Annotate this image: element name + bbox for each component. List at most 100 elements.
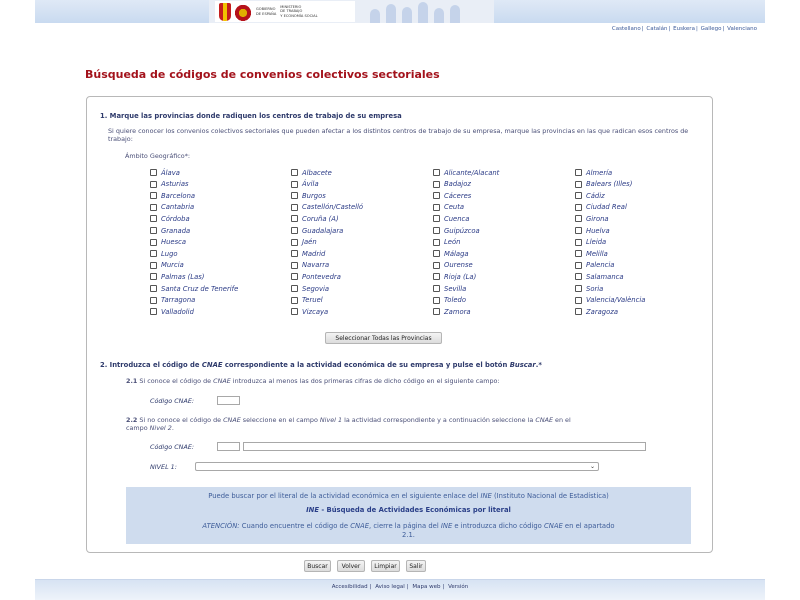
province-checkbox[interactable]: [575, 192, 582, 200]
province-label[interactable]: Balears (Illes): [586, 180, 632, 188]
province-label[interactable]: Lleida: [586, 238, 606, 246]
province-checkbox-item[interactable]: Melilla: [575, 249, 608, 258]
province-label[interactable]: Granada: [161, 227, 190, 235]
province-checkbox[interactable]: [150, 169, 157, 176]
lang-gallego[interactable]: Gallego: [701, 26, 722, 32]
province-checkbox[interactable]: [575, 250, 582, 258]
province-checkbox[interactable]: [433, 285, 440, 292]
lang-catalan[interactable]: Catalán: [646, 26, 667, 32]
province-checkbox-item[interactable]: Cantabria: [150, 203, 194, 212]
province-label[interactable]: Teruel: [302, 296, 323, 304]
province-checkbox-item[interactable]: Ceuta: [433, 203, 464, 212]
province-checkbox[interactable]: [150, 192, 157, 200]
province-label[interactable]: Castellón/Castelló: [302, 203, 363, 211]
province-label[interactable]: Girona: [586, 215, 609, 223]
province-checkbox-item[interactable]: Ciudad Real: [575, 203, 627, 212]
province-checkbox[interactable]: [291, 180, 298, 188]
province-label[interactable]: Cádiz: [586, 192, 605, 200]
province-label[interactable]: Barcelona: [161, 192, 195, 200]
province-checkbox-item[interactable]: Córdoba: [150, 214, 190, 223]
province-checkbox[interactable]: [150, 180, 157, 188]
province-checkbox-item[interactable]: Palmas (Las): [150, 272, 204, 281]
province-checkbox-item[interactable]: Teruel: [291, 296, 323, 305]
salir-button[interactable]: Salir: [406, 560, 426, 572]
province-label[interactable]: Zamora: [444, 308, 471, 316]
province-checkbox[interactable]: [150, 215, 157, 223]
province-checkbox-item[interactable]: Salamanca: [575, 272, 624, 281]
province-label[interactable]: Ceuta: [444, 203, 464, 211]
province-checkbox[interactable]: [291, 273, 298, 281]
province-label[interactable]: Pontevedra: [302, 273, 341, 281]
province-label[interactable]: Toledo: [444, 296, 466, 304]
province-checkbox-item[interactable]: Madrid: [291, 249, 325, 258]
province-label[interactable]: Cantabria: [161, 203, 194, 211]
province-checkbox[interactable]: [575, 285, 582, 292]
province-checkbox[interactable]: [433, 203, 440, 211]
province-checkbox[interactable]: [150, 296, 157, 304]
province-checkbox-item[interactable]: Álava: [150, 168, 180, 177]
province-checkbox-item[interactable]: Lugo: [150, 249, 178, 258]
province-checkbox[interactable]: [150, 273, 157, 281]
province-label[interactable]: Alicante/Alacant: [444, 169, 499, 177]
nivel1-select[interactable]: ⌄: [195, 462, 599, 471]
province-checkbox[interactable]: [433, 261, 440, 269]
province-label[interactable]: Córdoba: [161, 215, 190, 223]
province-label[interactable]: Cáceres: [444, 192, 471, 200]
province-checkbox-item[interactable]: Badajoz: [433, 180, 471, 189]
province-checkbox-item[interactable]: Santa Cruz de Tenerife: [150, 284, 238, 293]
lang-valenciano[interactable]: Valenciano: [727, 26, 757, 32]
province-checkbox[interactable]: [291, 261, 298, 269]
province-checkbox[interactable]: [291, 238, 298, 246]
province-checkbox-item[interactable]: Asturias: [150, 180, 189, 189]
province-checkbox-item[interactable]: Cáceres: [433, 191, 471, 200]
province-checkbox-item[interactable]: Palencia: [575, 261, 614, 270]
province-checkbox-item[interactable]: Rioja (La): [433, 272, 476, 281]
province-label[interactable]: Guipúzcoa: [444, 227, 480, 235]
province-checkbox[interactable]: [433, 227, 440, 234]
province-checkbox[interactable]: [433, 215, 440, 223]
province-checkbox-item[interactable]: Sevilla: [433, 284, 466, 293]
province-checkbox[interactable]: [575, 273, 582, 281]
province-label[interactable]: Zaragoza: [586, 308, 618, 316]
province-checkbox-item[interactable]: Balears (Illes): [575, 180, 632, 189]
province-checkbox-item[interactable]: Huelva: [575, 226, 610, 235]
province-label[interactable]: Palmas (Las): [161, 273, 204, 281]
province-checkbox-item[interactable]: Girona: [575, 214, 609, 223]
province-label[interactable]: Salamanca: [586, 273, 624, 281]
province-label[interactable]: Soria: [586, 285, 603, 293]
province-checkbox-item[interactable]: Valencia/València: [575, 296, 645, 305]
province-checkbox-item[interactable]: Valladolid: [150, 307, 194, 316]
province-checkbox[interactable]: [433, 308, 440, 316]
province-checkbox[interactable]: [575, 227, 582, 234]
province-checkbox[interactable]: [150, 203, 157, 211]
province-label[interactable]: Ávila: [302, 180, 319, 188]
province-checkbox-item[interactable]: Pontevedra: [291, 272, 341, 281]
province-checkbox[interactable]: [291, 169, 298, 176]
province-checkbox-item[interactable]: Jaén: [291, 238, 317, 247]
select-all-provinces-button[interactable]: Seleccionar Todas las Provincias: [325, 332, 442, 344]
province-checkbox[interactable]: [150, 227, 157, 234]
province-checkbox-item[interactable]: Guadalajara: [291, 226, 343, 235]
province-label[interactable]: Segovia: [302, 285, 329, 293]
province-checkbox[interactable]: [433, 169, 440, 176]
province-label[interactable]: Tarragona: [161, 296, 195, 304]
province-checkbox-item[interactable]: Lleida: [575, 238, 606, 247]
ine-search-link[interactable]: INE - Búsqueda de Actividades Económicas…: [126, 506, 691, 514]
province-checkbox[interactable]: [291, 308, 298, 316]
province-checkbox-item[interactable]: Tarragona: [150, 296, 195, 305]
province-label[interactable]: Asturias: [161, 180, 189, 188]
province-label[interactable]: Lugo: [161, 250, 178, 258]
province-checkbox[interactable]: [575, 296, 582, 304]
lang-castellano[interactable]: Castellano: [612, 26, 641, 32]
province-checkbox-item[interactable]: Vizcaya: [291, 307, 328, 316]
province-checkbox[interactable]: [150, 238, 157, 246]
province-label[interactable]: Rioja (La): [444, 273, 476, 281]
province-label[interactable]: Málaga: [444, 250, 469, 258]
province-checkbox[interactable]: [291, 215, 298, 223]
limpiar-button[interactable]: Limpiar: [371, 560, 400, 572]
buscar-button[interactable]: Buscar: [304, 560, 331, 572]
codigo-cnae-description-field[interactable]: [243, 442, 646, 451]
lang-euskera[interactable]: Euskera: [673, 26, 695, 32]
province-checkbox[interactable]: [575, 261, 582, 269]
footer-link-mapa-web[interactable]: Mapa web: [412, 584, 440, 590]
